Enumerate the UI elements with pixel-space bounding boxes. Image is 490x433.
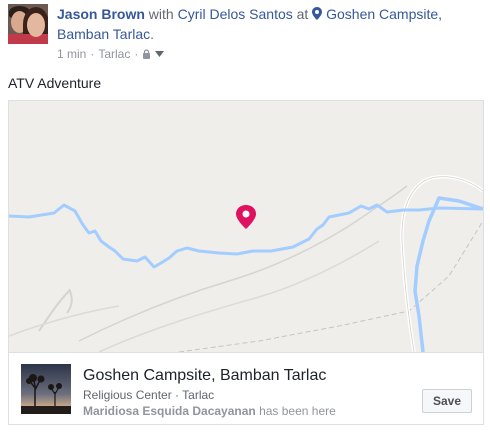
post-header-text: Jason Brown with Cyril Delos Santos at G… xyxy=(57,4,482,44)
save-button[interactable]: Save xyxy=(421,389,472,413)
place-attachment-card[interactable]: Goshen Campsite, Bamban Tarlac Religious… xyxy=(8,100,484,425)
post-header: Jason Brown with Cyril Delos Santos at G… xyxy=(8,4,484,64)
post-time-link[interactable]: 1 min xyxy=(57,46,86,62)
post-meta: 1 min · Tarlac · xyxy=(57,46,165,62)
with-text: with xyxy=(148,6,174,22)
author-name-link[interactable]: Jason Brown xyxy=(57,6,145,22)
place-link-period: . xyxy=(150,26,155,42)
place-info: Goshen Campsite, Bamban Tarlac Religious… xyxy=(9,352,483,424)
map-pin-icon[interactable] xyxy=(236,205,256,229)
meta-separator-2: · xyxy=(134,47,139,61)
tagged-friend-link[interactable]: Cyril Delos Santos xyxy=(178,6,293,22)
location-pin-icon xyxy=(312,7,323,20)
avatar[interactable] xyxy=(8,4,48,44)
post-location[interactable]: Tarlac xyxy=(98,46,130,62)
post-body-text: ATV Adventure xyxy=(8,75,102,91)
at-text: at xyxy=(296,6,309,22)
place-category: Religious Center · Tarlac xyxy=(83,388,215,402)
place-title[interactable]: Goshen Campsite, Bamban Tarlac xyxy=(83,366,326,386)
map-view[interactable] xyxy=(9,101,483,353)
map-graphic xyxy=(9,174,483,353)
visitor-name-link[interactable]: Maridiosa Esquida Dacayanan xyxy=(83,404,256,418)
place-thumbnail[interactable] xyxy=(21,364,71,414)
chevron-down-icon[interactable] xyxy=(155,51,165,57)
lock-icon[interactable] xyxy=(142,49,151,59)
meta-separator: · xyxy=(90,47,95,61)
place-visitors: Maridiosa Esquida Dacayanan has been her… xyxy=(83,404,336,419)
visitor-suffix: has been here xyxy=(259,404,336,418)
